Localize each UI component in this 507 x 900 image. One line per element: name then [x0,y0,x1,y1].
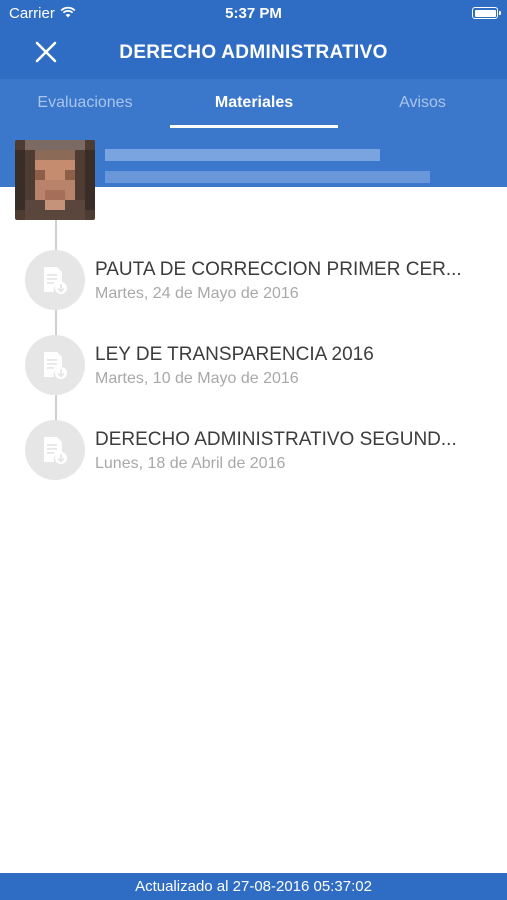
material-date: Martes, 10 de Mayo de 2016 [95,370,299,387]
status-time: 5:37 PM [225,5,282,22]
avatar [15,140,95,220]
material-title: DERECHO ADMINISTRATIVO SEGUND... [95,429,457,450]
battery-icon [472,7,501,19]
blurred-name [105,149,380,161]
document-download-icon [25,420,85,480]
active-tab-indicator [170,125,338,128]
tab-materiales[interactable]: Materiales [170,79,338,129]
top-bar: Carrier 5:37 PM DERECHO ADMINISTRATIVO [0,0,507,79]
material-item[interactable]: DERECHO ADMINISTRATIVO SEGUND... Lunes, … [0,415,507,485]
material-date: Lunes, 18 de Abril de 2016 [95,455,286,472]
material-item[interactable]: LEY DE TRANSPARENCIA 2016 Martes, 10 de … [0,330,507,400]
material-title: PAUTA DE CORRECCION PRIMER CER... [95,259,462,280]
document-download-icon [25,250,85,310]
document-download-icon [25,335,85,395]
last-updated-bar: Actualizado al 27-08-2016 05:37:02 [0,873,507,900]
blurred-subtitle [105,171,430,183]
page-title: DERECHO ADMINISTRATIVO [119,42,388,63]
tab-evaluaciones[interactable]: Evaluaciones [0,79,170,129]
tab-avisos[interactable]: Avisos [338,79,507,129]
status-bar: Carrier 5:37 PM [0,0,507,28]
material-item[interactable]: PAUTA DE CORRECCION PRIMER CER... Martes… [0,245,507,315]
navigation-bar: DERECHO ADMINISTRATIVO [0,28,507,79]
material-title: LEY DE TRANSPARENCIA 2016 [95,344,374,365]
material-date: Martes, 24 de Mayo de 2016 [95,285,299,302]
tab-bar: Evaluaciones Materiales Avisos [0,79,507,129]
